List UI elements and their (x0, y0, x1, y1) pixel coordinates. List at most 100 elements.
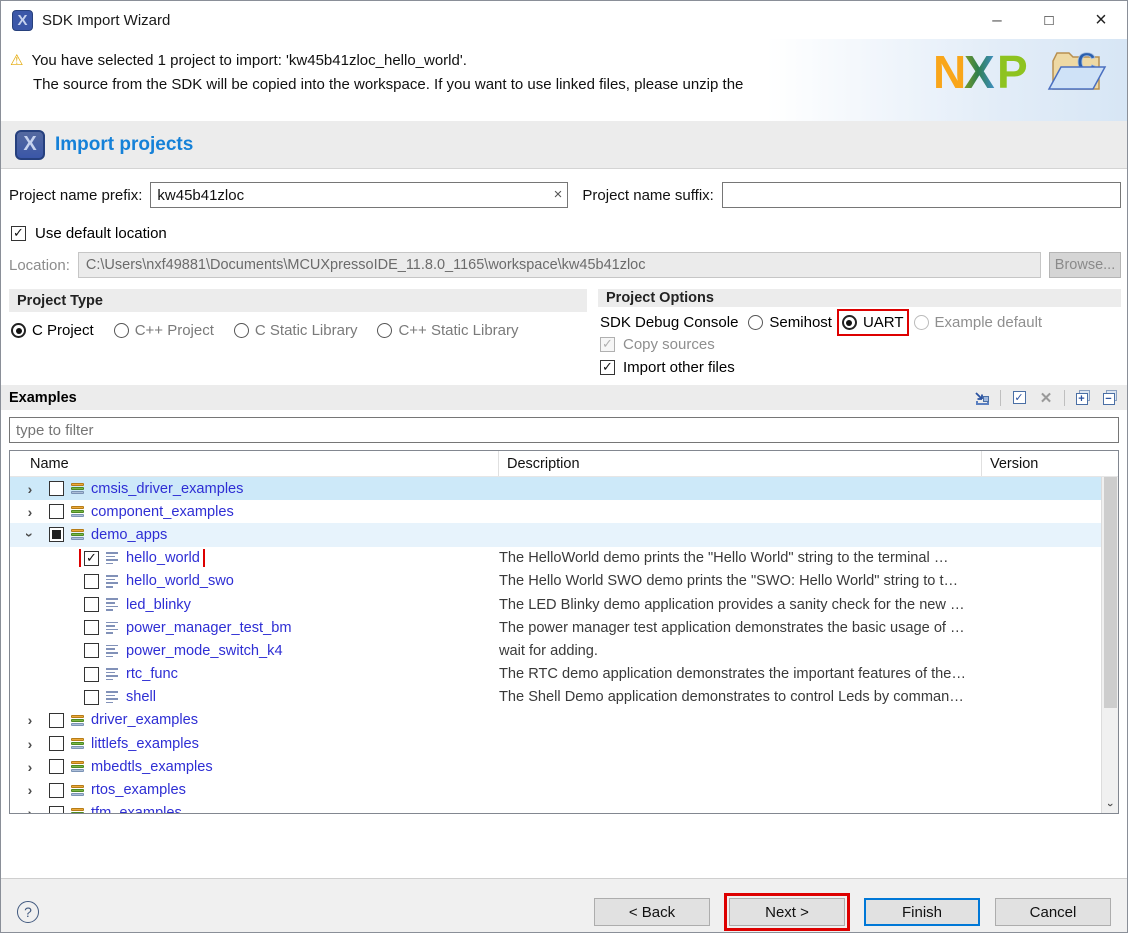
column-header-name[interactable]: Name (10, 451, 499, 476)
chevron-right-icon[interactable]: › (23, 782, 37, 798)
table-row[interactable]: › cmsis_driver_examples (10, 477, 1101, 500)
select-all-icon[interactable]: ✓ (1010, 389, 1028, 406)
chevron-right-icon[interactable]: › (23, 805, 37, 813)
scrollbar-thumb[interactable] (1104, 470, 1117, 708)
example-name[interactable]: rtc_func (126, 666, 178, 682)
next-button[interactable]: Next > (729, 898, 845, 926)
row-checkbox[interactable] (49, 527, 64, 542)
table-row[interactable]: › driver_examples (10, 709, 1101, 732)
row-checkbox[interactable]: ✓ (84, 551, 99, 566)
radio-cpp-project[interactable]: C++ Project (114, 322, 214, 339)
vertical-scrollbar[interactable]: › › (1101, 451, 1118, 813)
row-checkbox[interactable] (49, 713, 64, 728)
row-checkbox[interactable] (84, 574, 99, 589)
example-name[interactable]: driver_examples (91, 712, 198, 728)
category-icon (71, 760, 84, 774)
project-options-group: Project Options SDK Debug Console Semiho… (598, 289, 1121, 377)
radio-icon (377, 323, 392, 338)
chevron-right-icon[interactable]: › (23, 504, 37, 520)
table-row[interactable]: › component_examples (10, 500, 1101, 523)
table-row[interactable]: shellThe Shell Demo application demonstr… (10, 686, 1101, 709)
category-icon (71, 528, 84, 542)
table-row[interactable]: › tfm_examples (10, 802, 1101, 813)
row-checkbox[interactable] (84, 597, 99, 612)
project-name-prefix-input[interactable] (150, 182, 568, 208)
chevron-down-icon[interactable]: › (22, 528, 38, 542)
example-name[interactable]: power_manager_test_bm (126, 620, 292, 636)
example-name[interactable]: demo_apps (91, 527, 167, 543)
example-entry: rtc_func (81, 665, 181, 683)
collapse-all-icon[interactable]: − (1101, 389, 1119, 406)
scroll-down-icon[interactable]: › (1102, 796, 1118, 813)
example-name[interactable]: shell (126, 689, 156, 705)
table-row[interactable]: ✓hello_worldThe HelloWorld demo prints t… (10, 547, 1101, 570)
table-row[interactable]: power_mode_switch_k4wait for adding. (10, 639, 1101, 662)
radio-c-static-library[interactable]: C Static Library (234, 322, 358, 339)
example-name[interactable]: littlefs_examples (91, 736, 199, 752)
row-checkbox[interactable] (84, 667, 99, 682)
example-name[interactable]: led_blinky (126, 597, 191, 613)
row-checkbox[interactable] (49, 504, 64, 519)
table-row[interactable]: › littlefs_examples (10, 732, 1101, 755)
radio-semihost[interactable]: Semihost (748, 314, 832, 331)
column-header-version[interactable]: Version (982, 451, 1118, 476)
row-checkbox[interactable] (49, 759, 64, 774)
expand-all-icon[interactable]: + (1074, 389, 1092, 406)
example-entry: littlefs_examples (46, 735, 202, 753)
example-name[interactable]: cmsis_driver_examples (91, 481, 243, 497)
radio-c-project[interactable]: C Project (11, 322, 94, 339)
example-name[interactable]: mbedtls_examples (91, 759, 213, 775)
browse-button[interactable]: Browse... (1049, 252, 1121, 278)
import-icon[interactable] (973, 389, 991, 406)
table-row[interactable]: hello_world_swoThe Hello World SWO demo … (10, 570, 1101, 593)
page-title: Import projects (55, 134, 193, 156)
maximize-button[interactable]: □ (1023, 1, 1075, 39)
deselect-all-icon[interactable]: ✕ (1037, 389, 1055, 406)
row-checkbox[interactable] (49, 806, 64, 813)
row-checkbox[interactable] (49, 481, 64, 496)
titlebar: X SDK Import Wizard – □ × (1, 1, 1127, 39)
project-name-suffix-input[interactable] (722, 182, 1121, 208)
table-row[interactable]: rtc_funcThe RTC demo application demonst… (10, 663, 1101, 686)
example-entry: demo_apps (46, 526, 170, 544)
row-checkbox[interactable] (84, 643, 99, 658)
examples-table: Name Description Version › cmsis_driver_e… (9, 450, 1119, 814)
radio-example-default[interactable]: Example default (914, 314, 1043, 331)
radio-uart[interactable]: UART (842, 314, 904, 331)
table-row[interactable]: › demo_apps (10, 523, 1101, 546)
chevron-right-icon[interactable]: › (23, 759, 37, 775)
row-checkbox[interactable] (49, 736, 64, 751)
example-name[interactable]: tfm_examples (91, 805, 182, 813)
example-name[interactable]: power_mode_switch_k4 (126, 643, 283, 659)
close-button[interactable]: × (1075, 1, 1127, 39)
finish-button[interactable]: Finish (864, 898, 980, 926)
example-name[interactable]: component_examples (91, 504, 234, 520)
clear-prefix-icon[interactable]: × (554, 186, 563, 203)
filter-input[interactable] (9, 417, 1119, 443)
svg-text:P: P (997, 46, 1028, 97)
back-button[interactable]: < Back (594, 898, 710, 926)
use-default-location-checkbox[interactable]: ✓ (11, 226, 26, 241)
example-name[interactable]: hello_world_swo (126, 573, 234, 589)
row-checkbox[interactable] (49, 783, 64, 798)
chevron-right-icon[interactable]: › (23, 481, 37, 497)
chevron-right-icon[interactable]: › (23, 736, 37, 752)
row-checkbox[interactable] (84, 620, 99, 635)
table-row[interactable]: › mbedtls_examples (10, 755, 1101, 778)
table-row[interactable]: › rtos_examples (10, 778, 1101, 801)
cancel-button[interactable]: Cancel (995, 898, 1111, 926)
radio-cpp-static-library[interactable]: C++ Static Library (377, 322, 518, 339)
chevron-right-icon[interactable]: › (23, 712, 37, 728)
table-row[interactable]: led_blinkyThe LED Blinky demo applicatio… (10, 593, 1101, 616)
help-icon[interactable]: ? (17, 901, 39, 923)
table-row[interactable]: power_manager_test_bmThe power manager t… (10, 616, 1101, 639)
import-other-files-checkbox[interactable]: ✓ (600, 360, 615, 375)
row-checkbox[interactable] (84, 690, 99, 705)
location-label: Location: (9, 257, 70, 274)
example-name[interactable]: rtos_examples (91, 782, 186, 798)
column-header-description[interactable]: Description (499, 451, 982, 476)
example-name[interactable]: hello_world (126, 550, 200, 566)
wizard-header-band: ⚠ You have selected 1 project to import:… (1, 39, 1127, 121)
table-body: › cmsis_driver_examples › component_example… (10, 477, 1101, 813)
minimize-button[interactable]: – (971, 1, 1023, 39)
